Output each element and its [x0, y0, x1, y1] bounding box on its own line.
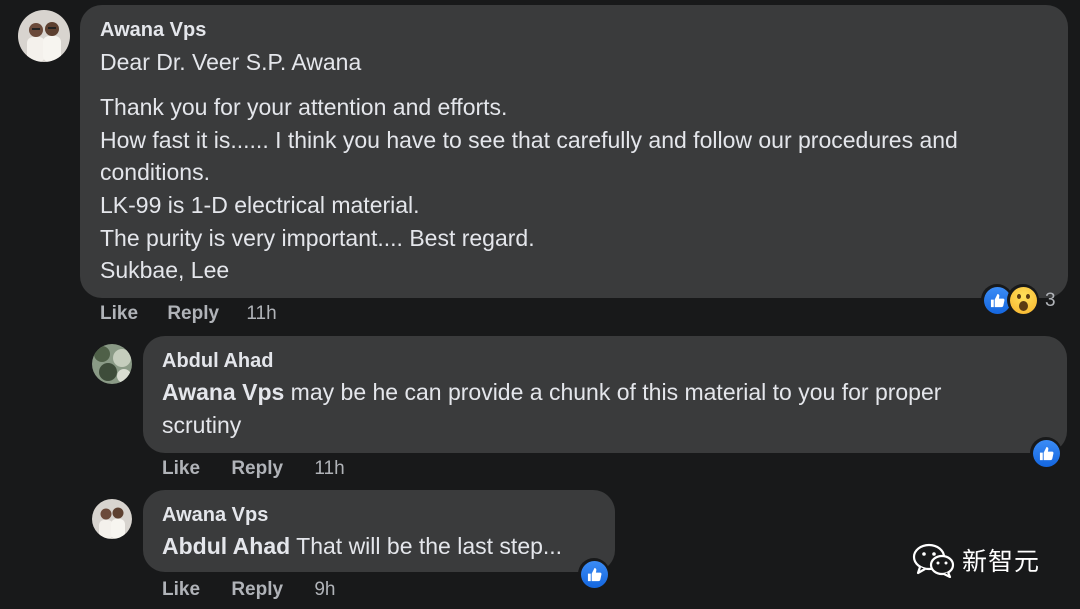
comment-bubble: Abdul Ahad Awana Vps may be he can provi… [143, 336, 1067, 453]
like-button[interactable]: Like [162, 458, 200, 480]
like-button[interactable]: Like [100, 303, 138, 325]
avatar-photo-icon [92, 499, 132, 539]
like-button[interactable]: Like [162, 579, 200, 601]
watermark: 新智元 [912, 542, 1040, 578]
comment-text-line: Thank you for your attention and efforts… [100, 94, 508, 120]
comment-author[interactable]: Abdul Ahad [162, 350, 273, 373]
comment-author[interactable]: Awana Vps [162, 504, 268, 527]
comment-text-line: Sukbae, Lee [100, 257, 230, 283]
comment-text-line: The purity is very important.... Best re… [100, 225, 535, 251]
avatar-photo-icon [92, 344, 132, 384]
comment-text-line: scrutiny [162, 412, 242, 438]
watermark-text: 新智元 [962, 547, 1041, 576]
comment-actions: Like Reply 11h [162, 458, 345, 480]
comment-text-line: Awana Vps may be he can provide a chunk … [162, 379, 941, 406]
comment-timestamp[interactable]: 11h [246, 303, 276, 325]
reply-button[interactable]: Reply [231, 579, 283, 601]
like-reaction-icon[interactable] [578, 558, 610, 590]
comment-text-line: Dear Dr. Veer S.P. Awana [100, 49, 362, 75]
comment-timestamp[interactable]: 11h [314, 458, 344, 480]
thumbs-up-icon [990, 293, 1004, 307]
comment-bubble: Awana Vps Abdul Ahad That will be the la… [143, 490, 615, 572]
thumbs-up-icon [587, 567, 601, 581]
comment-text: That will be the last step... [290, 533, 563, 559]
reply-button[interactable]: Reply [231, 458, 283, 480]
comment-author[interactable]: Awana Vps [100, 19, 206, 42]
comment-text: may be he can provide a chunk of this ma… [284, 379, 942, 405]
comment-timestamp[interactable]: 9h [314, 579, 335, 601]
comment-text-line: Abdul Ahad That will be the last step... [162, 533, 562, 560]
thumbs-up-icon [1039, 446, 1053, 460]
comment-text-line: LK-99 is 1-D electrical material. [100, 192, 420, 218]
wechat-icon [912, 543, 955, 578]
avatar[interactable] [18, 10, 70, 62]
like-reaction-icon[interactable] [1030, 437, 1062, 469]
reply-button[interactable]: Reply [167, 303, 219, 325]
comment-text-line: How fast it is...... I think you have to… [100, 127, 958, 153]
mention-link[interactable]: Abdul Ahad [162, 533, 290, 559]
mention-link[interactable]: Awana Vps [162, 379, 284, 405]
comment-actions: Like Reply 9h [162, 579, 335, 601]
avatar[interactable] [92, 499, 132, 539]
reaction-count[interactable]: 3 [1045, 290, 1056, 312]
comment-bubble: Awana Vps Dear Dr. Veer S.P. Awana Thank… [80, 5, 1068, 298]
comment-text-line: conditions. [100, 159, 210, 185]
avatar-photo-icon [18, 10, 70, 62]
wow-reaction-icon[interactable] [1007, 284, 1039, 316]
comment-actions: Like Reply 11h [100, 303, 277, 325]
avatar[interactable] [92, 344, 132, 384]
